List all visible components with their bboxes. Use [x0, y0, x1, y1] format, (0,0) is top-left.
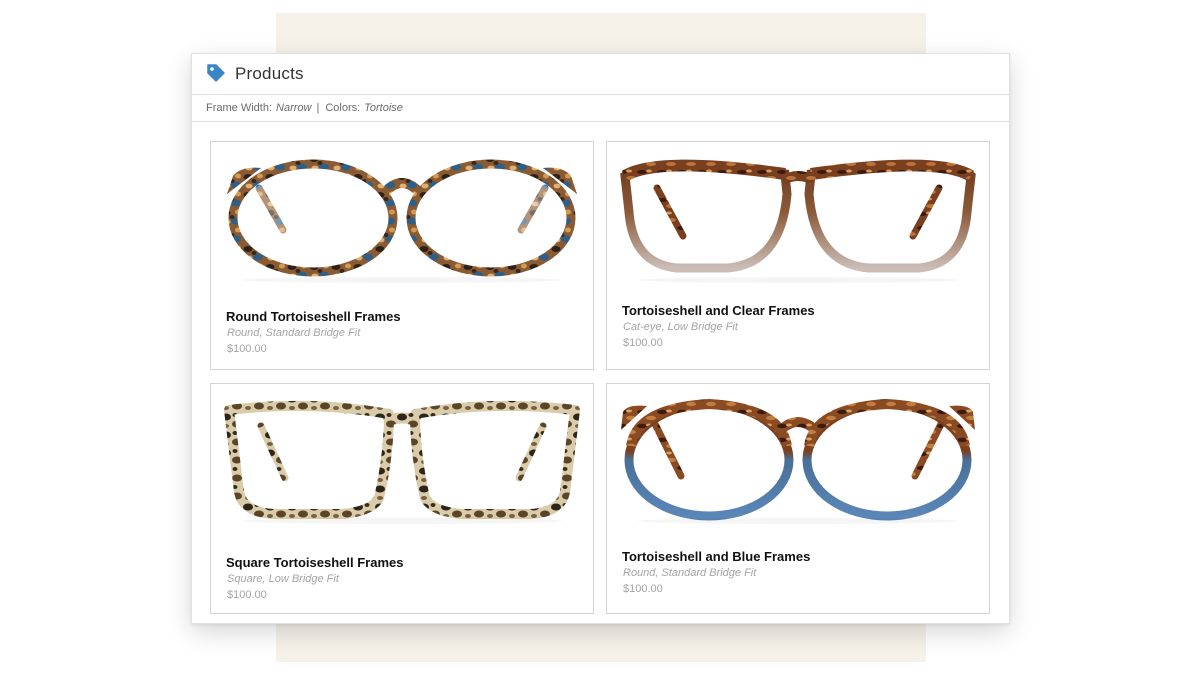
product-description: Round, Standard Bridge Fit — [623, 567, 757, 579]
product-card[interactable]: Tortoiseshell and Clear Frames Cat-eye, … — [606, 141, 990, 370]
product-name[interactable]: Tortoiseshell and Blue Frames — [622, 549, 810, 564]
products-panel: Products Frame Width: Narrow | Colors: T… — [191, 53, 1010, 624]
product-price: $100.00 — [623, 583, 663, 595]
product-description: Square, Low Bridge Fit — [227, 573, 339, 585]
product-description: Cat-eye, Low Bridge Fit — [623, 321, 738, 333]
product-image-square-tortoise — [224, 400, 580, 524]
product-image-tortoise-clear — [620, 159, 976, 283]
filter-bar: Frame Width: Narrow | Colors: Tortoise — [192, 95, 1009, 122]
filter-separator: | — [316, 102, 320, 114]
colors-label: Colors: — [325, 102, 361, 114]
frame-width-label: Frame Width: — [206, 102, 273, 114]
product-price: $100.00 — [227, 589, 267, 601]
product-name[interactable]: Tortoiseshell and Clear Frames — [622, 303, 815, 318]
product-card[interactable]: Square Tortoiseshell Frames Square, Low … — [210, 383, 594, 614]
colors-value[interactable]: Tortoise — [364, 102, 403, 114]
product-description: Round, Standard Bridge Fit — [227, 327, 361, 339]
product-price: $100.00 — [227, 343, 267, 355]
product-image-tortoise-blue — [621, 398, 975, 524]
product-name[interactable]: Square Tortoiseshell Frames — [226, 555, 404, 570]
panel-header: Products — [192, 54, 1009, 95]
product-card[interactable]: Tortoiseshell and Blue Frames Round, Sta… — [606, 383, 990, 614]
product-card[interactable]: Round Tortoiseshell Frames Round, Standa… — [210, 141, 594, 370]
frame-width-value[interactable]: Narrow — [276, 102, 311, 114]
tag-icon — [206, 63, 226, 83]
product-price: $100.00 — [623, 337, 663, 349]
product-name[interactable]: Round Tortoiseshell Frames — [226, 309, 401, 324]
page-title: Products — [235, 64, 304, 83]
product-image-round-tortoise — [227, 159, 577, 283]
